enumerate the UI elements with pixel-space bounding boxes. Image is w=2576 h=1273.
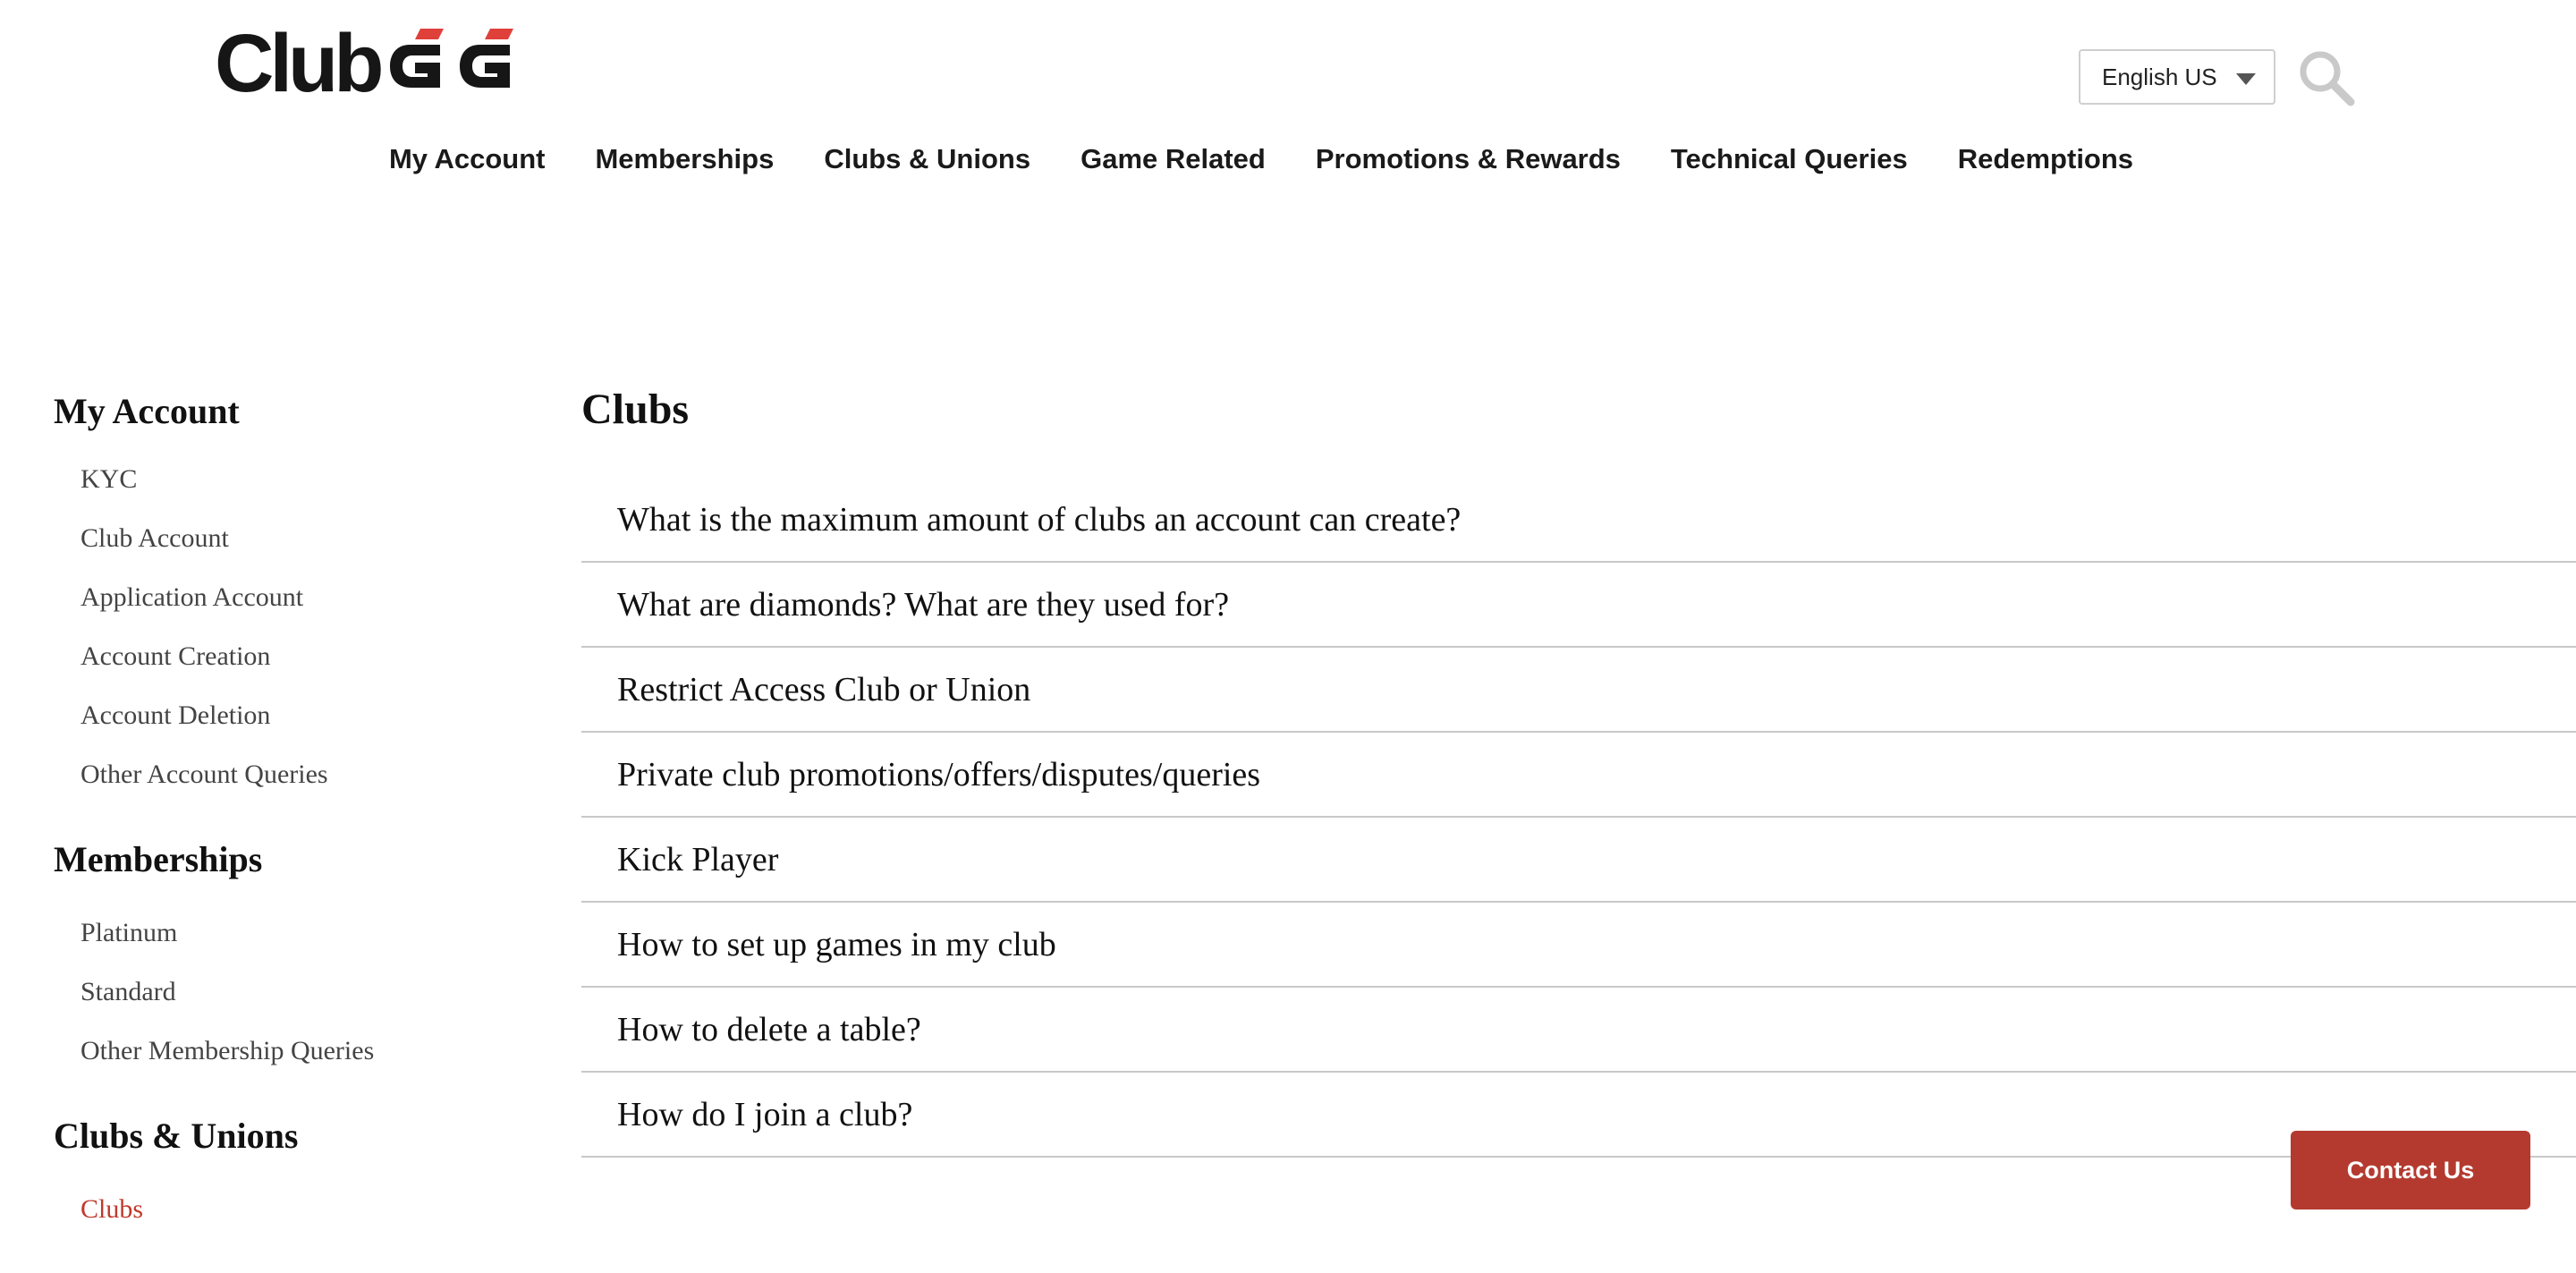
- sidebar-list-clubs-unions: Clubs: [54, 1180, 519, 1239]
- sidebar-item-standard[interactable]: Standard: [80, 963, 519, 1022]
- search-icon[interactable]: [2295, 47, 2358, 109]
- language-select[interactable]: English US: [2079, 49, 2275, 105]
- faq-item[interactable]: How to set up games in my club: [581, 903, 2576, 988]
- contact-us-button[interactable]: Contact Us: [2291, 1131, 2530, 1209]
- sidebar-item-platinum[interactable]: Platinum: [80, 904, 519, 963]
- faq-question: What are diamonds? What are they used fo…: [617, 585, 1230, 624]
- sidebar-item-application-account[interactable]: Application Account: [80, 568, 519, 627]
- faq-question: How to delete a table?: [617, 1010, 921, 1048]
- nav-game-related[interactable]: Game Related: [1080, 143, 1266, 175]
- nav-redemptions[interactable]: Redemptions: [1958, 143, 2133, 175]
- clubgg-logo[interactable]: Club GG: [215, 18, 519, 109]
- sidebar-heading-clubs-unions[interactable]: Clubs & Unions: [54, 1115, 519, 1157]
- sidebar-list-memberships: Platinum Standard Other Membership Queri…: [54, 904, 519, 1081]
- sidebar-list-my-account: KYC Club Account Application Account Acc…: [54, 450, 519, 804]
- faq-question: How do I join a club?: [617, 1095, 913, 1133]
- sidebar-item-clubs[interactable]: Clubs: [80, 1180, 519, 1239]
- sidebar-item-other-account-queries[interactable]: Other Account Queries: [80, 745, 519, 804]
- nav-technical-queries[interactable]: Technical Queries: [1671, 143, 1908, 175]
- faq-item[interactable]: Kick Player: [581, 818, 2576, 903]
- sidebar-heading-memberships[interactable]: Memberships: [54, 838, 519, 880]
- faq-question: Restrict Access Club or Union: [617, 670, 1031, 709]
- nav-my-account[interactable]: My Account: [389, 143, 546, 175]
- main-content: Clubs What is the maximum amount of club…: [581, 385, 2576, 1158]
- faq-item[interactable]: Restrict Access Club or Union: [581, 648, 2576, 733]
- faq-item[interactable]: What are diamonds? What are they used fo…: [581, 563, 2576, 648]
- logo-gg-mark: GG: [390, 29, 514, 88]
- sidebar-heading-my-account[interactable]: My Account: [54, 390, 519, 432]
- language-selected-value: English US: [2102, 63, 2217, 90]
- nav-memberships[interactable]: Memberships: [595, 143, 774, 175]
- logo-club-text: Club: [215, 18, 384, 109]
- sidebar-item-account-deletion[interactable]: Account Deletion: [80, 686, 519, 745]
- nav-promotions-rewards[interactable]: Promotions & Rewards: [1316, 143, 1621, 175]
- faq-item[interactable]: How to delete a table?: [581, 988, 2576, 1073]
- faq-question: What is the maximum amount of clubs an a…: [617, 500, 1462, 539]
- page-title: Clubs: [581, 386, 690, 433]
- sidebar-item-other-membership-queries[interactable]: Other Membership Queries: [80, 1022, 519, 1081]
- top-navigation: My Account Memberships Clubs & Unions Ga…: [0, 143, 2576, 175]
- faq-item[interactable]: What is the maximum amount of clubs an a…: [581, 478, 2576, 563]
- faq-item[interactable]: How do I join a club?: [581, 1073, 2576, 1158]
- chevron-down-icon: [2236, 73, 2256, 85]
- sidebar-item-account-creation[interactable]: Account Creation: [80, 627, 519, 686]
- sidebar-item-kyc[interactable]: KYC: [80, 450, 519, 509]
- faq-question: How to set up games in my club: [617, 925, 1056, 963]
- sidebar: My Account KYC Club Account Application …: [54, 390, 519, 1273]
- faq-question: Private club promotions/offers/disputes/…: [617, 755, 1261, 794]
- faq-list: What is the maximum amount of clubs an a…: [581, 478, 2576, 1158]
- sidebar-item-club-account[interactable]: Club Account: [80, 509, 519, 568]
- faq-question: Kick Player: [617, 840, 779, 878]
- nav-clubs-unions[interactable]: Clubs & Unions: [824, 143, 1030, 175]
- faq-item[interactable]: Private club promotions/offers/disputes/…: [581, 733, 2576, 818]
